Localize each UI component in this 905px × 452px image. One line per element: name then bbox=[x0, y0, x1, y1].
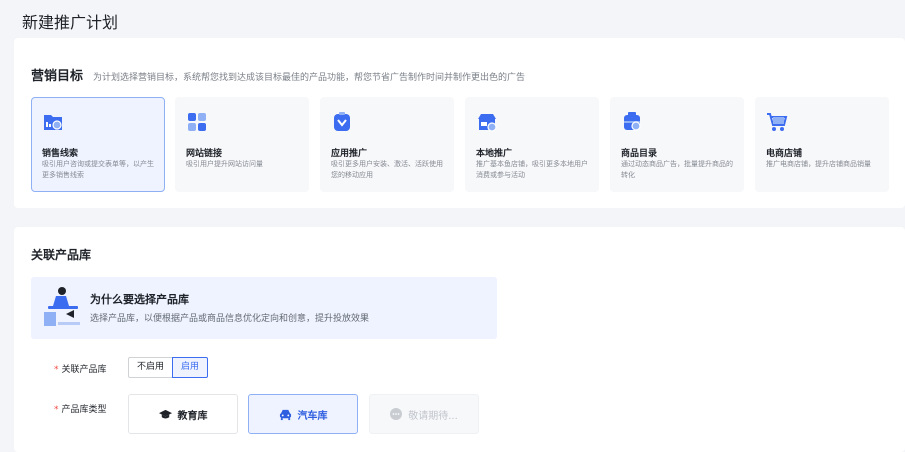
goal-name: 本地推广 bbox=[476, 149, 513, 159]
disable-option-button[interactable]: 不启用 bbox=[128, 357, 174, 378]
goal-description: 吸引更多用户安装、激活、活跃使用您的移动应用 bbox=[331, 160, 443, 179]
goal-card-local-promotion[interactable]: 本地推广 推广基本鱼店铺，吸引更多本地用户消费或参与活动 bbox=[465, 97, 599, 192]
goal-description: 吸引用户咨询或提交表单等，以产生更多销售线索 bbox=[42, 160, 154, 179]
product-library-card: 关联产品库 为什么要选择产品库 选择产品库，以便根据产品或商品信息优化定向和创意… bbox=[14, 227, 905, 452]
goal-description: 推广基本鱼店铺，吸引更多本地用户消费或参与活动 bbox=[476, 160, 588, 179]
app-promotion-icon bbox=[334, 112, 350, 131]
type-option-label: 教育库 bbox=[177, 410, 208, 422]
type-option-education[interactable]: 教育库 bbox=[128, 394, 238, 434]
type-option-coming-soon: 敬请期待... bbox=[369, 394, 479, 434]
product-library-title: 关联产品库 bbox=[31, 248, 92, 262]
goal-description: 推广电商店铺，提升店铺商品销量 bbox=[766, 160, 871, 168]
goal-description: 通过动态商品广告，批量提升商品的转化 bbox=[621, 160, 733, 179]
goal-name: 商品目录 bbox=[621, 149, 658, 159]
why-product-library-description: 选择产品库，以便根据产品或商品信息优化定向和创意，提升投放效果 bbox=[90, 314, 370, 324]
goal-name: 销售线索 bbox=[42, 149, 79, 159]
link-product-library-label: * 关联产品库 bbox=[54, 362, 107, 375]
more-dots-icon bbox=[390, 408, 403, 420]
type-option-label: 敬请期待... bbox=[408, 410, 458, 422]
goal-name: 应用推广 bbox=[331, 149, 368, 159]
marketing-goals-description: 为计划选择营销目标，系统帮您找到达成该目标最佳的产品功能，帮您节省广告制作时间并… bbox=[93, 73, 526, 83]
type-option-label: 汽车库 bbox=[297, 410, 328, 422]
product-library-type-label-text: 产品库类型 bbox=[61, 405, 107, 415]
goal-description: 吸引用户提升网站访问量 bbox=[186, 160, 263, 168]
person-laptop-illustration-icon bbox=[44, 287, 80, 326]
local-promotion-icon bbox=[478, 114, 497, 132]
product-library-type-label: * 产品库类型 bbox=[54, 402, 107, 415]
goal-card-website-link[interactable]: 网站链接 吸引用户提升网站访问量 bbox=[175, 97, 309, 192]
why-product-library-banner: 为什么要选择产品库 选择产品库，以便根据产品或商品信息优化定向和创意，提升投放效… bbox=[31, 277, 497, 339]
required-asterisk: * bbox=[54, 405, 59, 415]
enable-option-button[interactable]: 启用 bbox=[172, 357, 209, 378]
marketing-goals-title: 营销目标 bbox=[31, 69, 84, 84]
goal-name: 电商店铺 bbox=[766, 149, 803, 159]
website-link-icon bbox=[188, 113, 206, 131]
goal-card-ecommerce-store[interactable]: 电商店铺 推广电商店铺，提升店铺商品销量 bbox=[755, 97, 889, 192]
goal-card-sales-leads[interactable]: 销售线索 吸引用户咨询或提交表单等，以产生更多销售线索 bbox=[31, 97, 165, 192]
goal-card-product-catalog[interactable]: 商品目录 通过动态商品广告，批量提升商品的转化 bbox=[610, 97, 744, 192]
required-asterisk: * bbox=[54, 365, 59, 375]
page-title: 新建推广计划 bbox=[22, 13, 119, 32]
link-product-library-label-text: 关联产品库 bbox=[61, 365, 107, 375]
marketing-goals-card: 营销目标 为计划选择营销目标，系统帮您找到达成该目标最佳的产品功能，帮您节省广告… bbox=[14, 38, 905, 208]
ecommerce-store-icon bbox=[767, 113, 788, 131]
marketing-goals-header: 营销目标 为计划选择营销目标，系统帮您找到达成该目标最佳的产品功能，帮您节省广告… bbox=[31, 65, 525, 84]
why-product-library-title: 为什么要选择产品库 bbox=[90, 293, 189, 306]
goal-name: 网站链接 bbox=[186, 149, 223, 159]
product-catalog-icon bbox=[624, 112, 641, 131]
goal-card-app-promotion[interactable]: 应用推广 吸引更多用户安装、激活、活跃使用您的移动应用 bbox=[320, 97, 454, 192]
car-icon bbox=[279, 409, 291, 420]
sales-leads-icon bbox=[44, 115, 62, 130]
product-library-toggle: 不启用 启用 bbox=[128, 357, 209, 378]
graduation-cap-icon bbox=[158, 409, 172, 418]
type-option-car[interactable]: 汽车库 bbox=[248, 394, 358, 434]
